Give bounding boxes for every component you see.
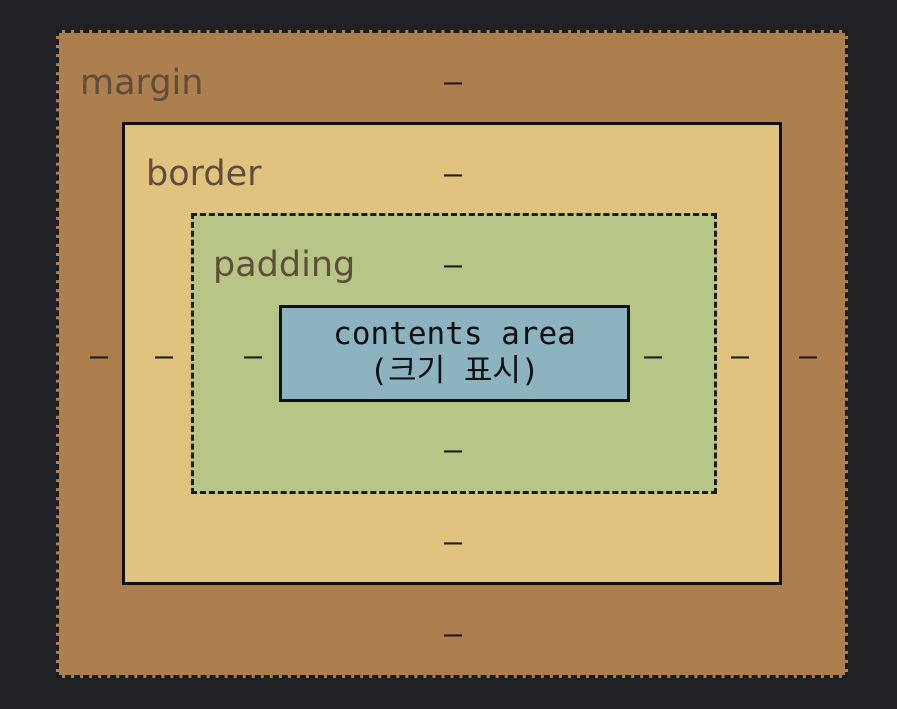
content-box: contents area (크기 표시) [279,305,630,402]
border-left-value[interactable]: – [144,342,184,372]
border-label: border [146,154,262,194]
margin-right-value[interactable]: – [788,342,828,372]
padding-label: padding [213,245,356,285]
margin-bottom-value[interactable]: – [433,620,473,650]
margin-top-value[interactable]: – [433,68,473,98]
padding-right-value[interactable]: – [633,342,673,372]
content-size-label: (크기 표시) [369,353,540,389]
content-label: contents area [333,316,576,352]
padding-top-value[interactable]: – [433,251,473,281]
margin-left-value[interactable]: – [79,342,119,372]
border-bottom-value[interactable]: – [433,528,473,558]
padding-bottom-value[interactable]: – [433,436,473,466]
padding-left-value[interactable]: – [233,342,273,372]
border-top-value[interactable]: – [433,160,473,190]
margin-label: margin [80,63,204,103]
border-right-value[interactable]: – [720,342,760,372]
